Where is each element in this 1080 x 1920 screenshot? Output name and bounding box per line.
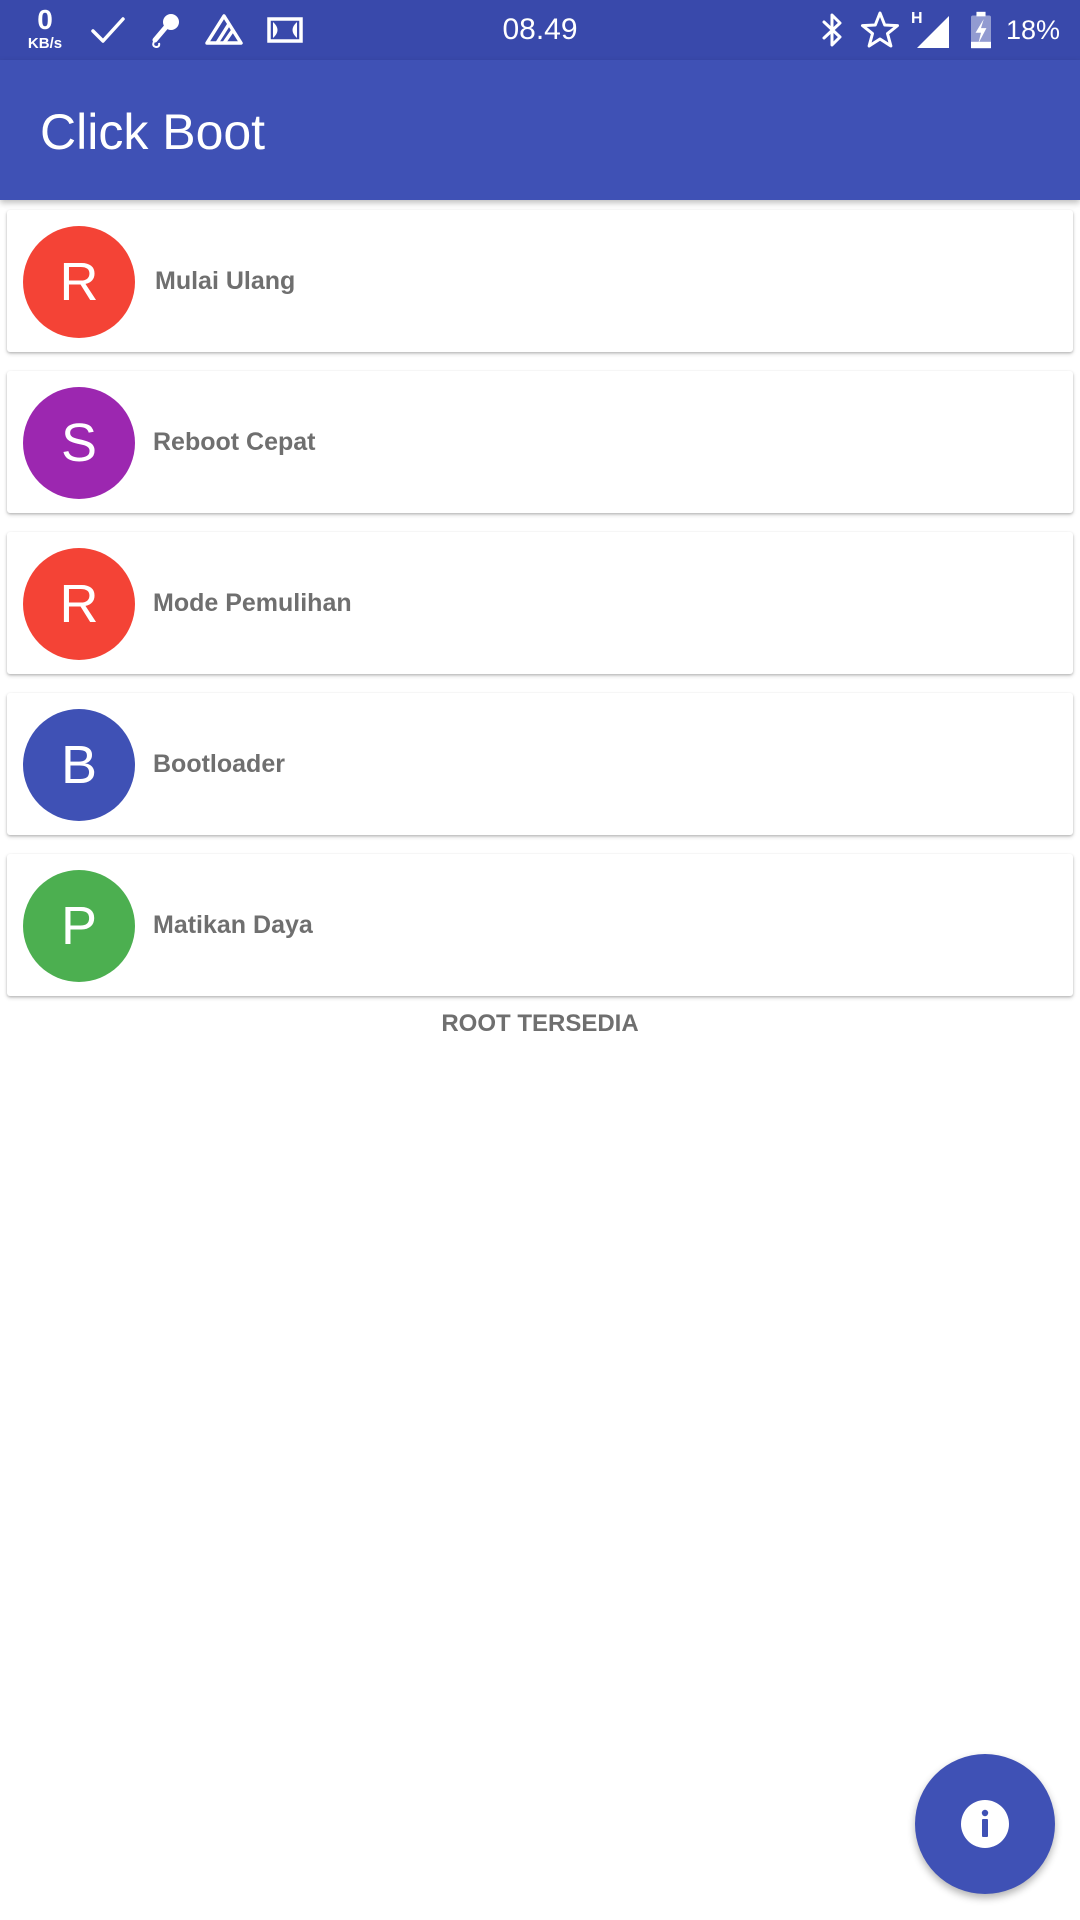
option-recovery-card[interactable]: R Mode Pemulihan xyxy=(7,532,1073,674)
option-bootloader-card[interactable]: B Bootloader xyxy=(7,693,1073,835)
option-label: Mulai Ulang xyxy=(155,267,296,295)
option-avatar: R xyxy=(23,226,135,338)
info-icon xyxy=(961,1800,1009,1848)
option-avatar: R xyxy=(23,548,135,660)
option-label: Bootloader xyxy=(153,750,285,778)
root-status-label: ROOT TERSEDIA xyxy=(441,1010,639,1037)
option-reboot-card[interactable]: R Mulai Ulang xyxy=(7,210,1073,352)
option-avatar: P xyxy=(23,870,135,982)
bluetooth-icon xyxy=(822,13,842,47)
status-bar: 0 KB/s 08.49 H 18% xyxy=(0,0,1080,60)
battery-charging-icon xyxy=(971,11,991,49)
option-avatar: S xyxy=(23,387,135,499)
screen: 0 KB/s 08.49 H 18% Click Boot R Mulai Ul… xyxy=(0,0,1080,1920)
option-power-off-card[interactable]: P Matikan Daya xyxy=(7,854,1073,996)
star-icon xyxy=(861,11,899,48)
app-bar: Click Boot xyxy=(0,60,1080,200)
option-quick-reboot-card[interactable]: S Reboot Cepat xyxy=(7,371,1073,513)
app-title: Click Boot xyxy=(40,104,266,160)
option-label: Matikan Daya xyxy=(153,911,313,939)
signal-icon xyxy=(917,16,949,48)
option-avatar: B xyxy=(23,709,135,821)
battery-percent: 18% xyxy=(1005,15,1060,45)
option-label: Reboot Cepat xyxy=(153,428,316,456)
info-fab-button[interactable] xyxy=(915,1754,1055,1894)
option-label: Mode Pemulihan xyxy=(153,589,352,617)
